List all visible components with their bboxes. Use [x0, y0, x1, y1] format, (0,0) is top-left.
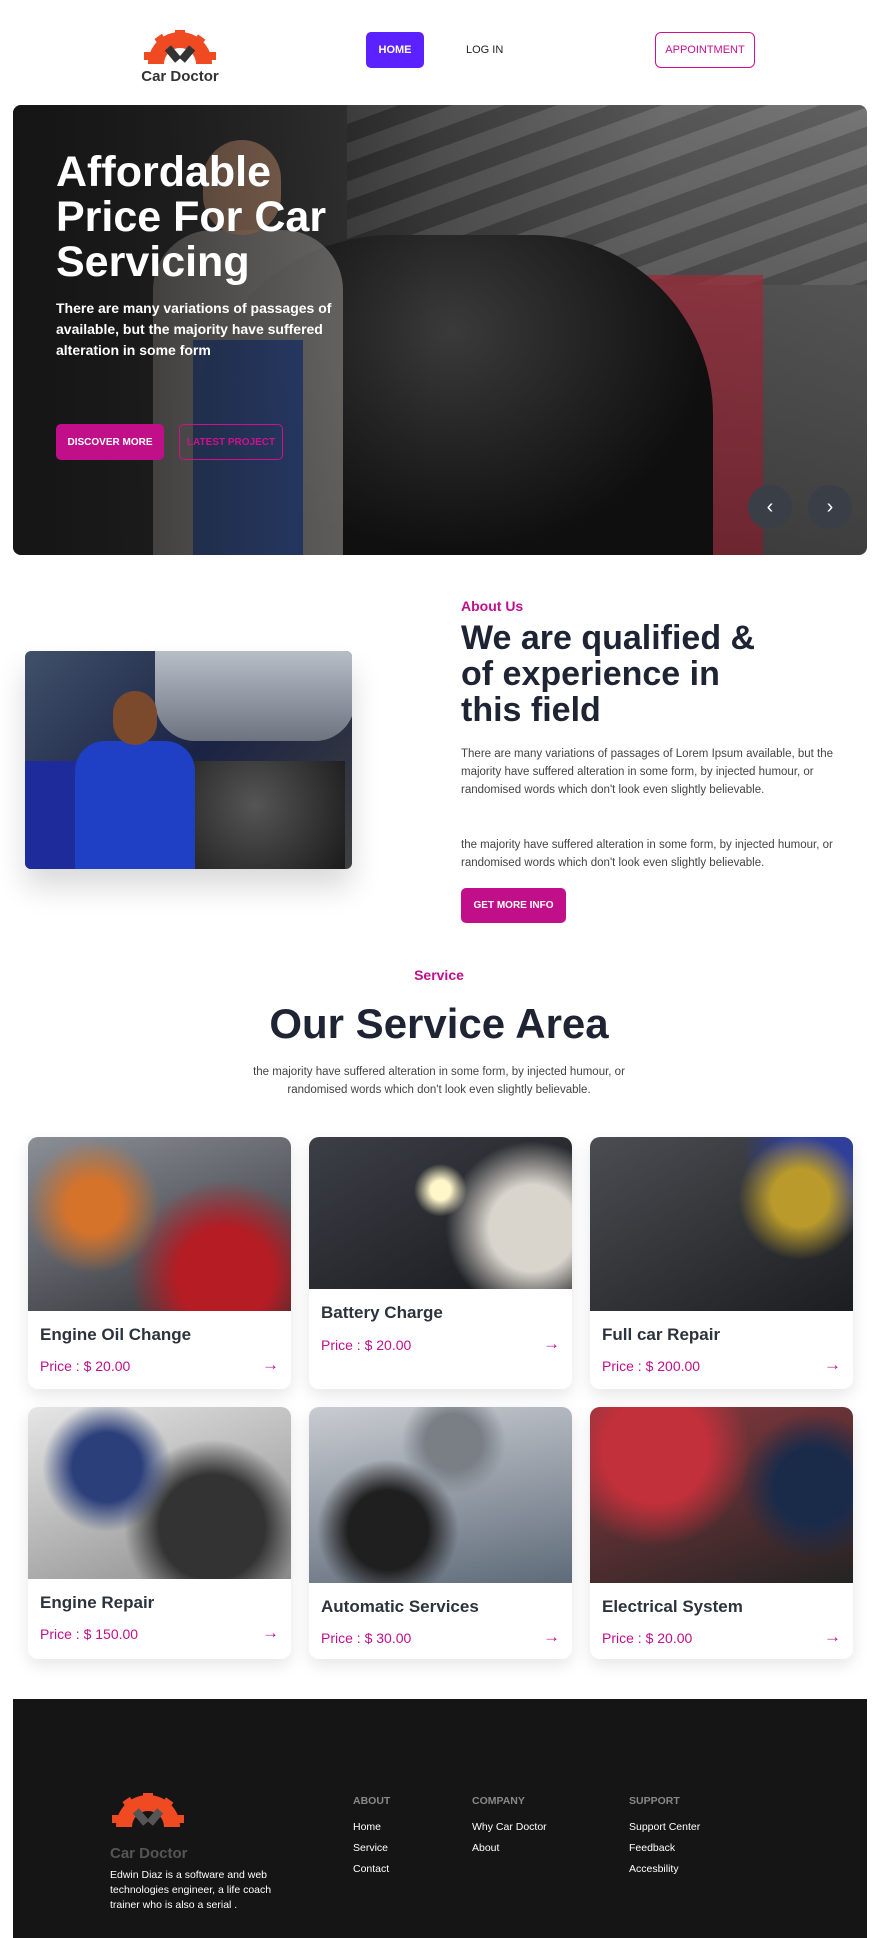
- service-image: [309, 1407, 572, 1583]
- brand-logo[interactable]: Car Doctor: [138, 30, 222, 85]
- footer-support-column: SUPPORT Support Center Feedback Accesbil…: [629, 1795, 700, 1880]
- about-paragraph-2: the majority have suffered alteration in…: [461, 839, 833, 869]
- service-price: Price : $ 20.00: [321, 1337, 412, 1353]
- service-name: Engine Oil Change: [40, 1325, 192, 1344]
- service-card[interactable]: Automatic Services Price : $ 30.00 →: [309, 1407, 572, 1659]
- site-footer: Car Doctor Edwin Diaz is a software and …: [13, 1699, 867, 1938]
- hero-title: Affordable Price For Car Servicing: [56, 148, 327, 286]
- arrow-right-icon[interactable]: →: [543, 1334, 560, 1354]
- footer-logo[interactable]: [108, 1793, 188, 1832]
- gear-wrench-icon: [144, 30, 216, 64]
- arrow-right-icon[interactable]: →: [824, 1627, 841, 1647]
- service-price: Price : $ 30.00: [321, 1630, 412, 1646]
- footer-link-about[interactable]: About: [472, 1838, 547, 1859]
- footer-link-accessibility[interactable]: Accesbility: [629, 1859, 700, 1880]
- about-paragraph-1: There are many variations of passages of…: [461, 748, 834, 796]
- footer-company-title: COMPANY: [472, 1795, 525, 1807]
- footer-link-support-center[interactable]: Support Center: [629, 1817, 700, 1838]
- arrow-right-icon[interactable]: →: [262, 1355, 279, 1375]
- footer-brand-name: Car Doctor: [110, 1845, 188, 1862]
- service-name: Full car Repair: [602, 1325, 721, 1344]
- service-card[interactable]: Full car Repair Price : $ 200.00 →: [590, 1137, 853, 1389]
- service-price: Price : $ 20.00: [40, 1358, 131, 1374]
- service-price: Price : $ 200.00: [602, 1358, 701, 1374]
- service-name: Automatic Services: [321, 1597, 479, 1616]
- service-card[interactable]: Engine Oil Change Price : $ 20.00 →: [28, 1137, 291, 1389]
- nav-home[interactable]: HOME: [366, 32, 424, 68]
- service-image: [590, 1407, 853, 1583]
- service-card[interactable]: Electrical System Price : $ 20.00 →: [590, 1407, 853, 1659]
- arrow-right-icon[interactable]: →: [543, 1627, 560, 1647]
- footer-support-title: SUPPORT: [629, 1795, 680, 1807]
- service-name: Electrical System: [602, 1597, 743, 1616]
- service-image: [590, 1137, 853, 1311]
- get-more-info-button[interactable]: GET MORE INFO: [461, 888, 566, 923]
- prev-slide-button[interactable]: ‹: [748, 485, 792, 529]
- service-title: Our Service Area: [269, 1000, 609, 1047]
- gear-wrench-icon: [112, 1793, 184, 1827]
- hero-banner: Affordable Price For Car Servicing There…: [13, 105, 867, 555]
- footer-company-column: COMPANY Why Car Doctor About: [472, 1795, 547, 1859]
- about-image: [25, 651, 352, 869]
- service-card[interactable]: Battery Charge Price : $ 20.00 →: [309, 1137, 572, 1389]
- latest-project-button[interactable]: LATEST PROJECT: [179, 424, 283, 460]
- service-image: [28, 1137, 291, 1311]
- service-description: the majority have suffered alteration in…: [253, 1066, 625, 1096]
- chevron-left-icon: ‹: [766, 495, 774, 518]
- service-price: Price : $ 20.00: [602, 1630, 693, 1646]
- about-title: We are qualified & of experience in this…: [461, 619, 756, 729]
- footer-link-feedback[interactable]: Feedback: [629, 1838, 700, 1859]
- footer-link-home[interactable]: Home: [353, 1817, 390, 1838]
- nav-login[interactable]: LOG IN: [466, 32, 503, 68]
- service-name: Engine Repair: [40, 1593, 155, 1612]
- service-image: [309, 1137, 572, 1289]
- footer-about-column: ABOUT Home Service Contact: [353, 1795, 390, 1880]
- service-card[interactable]: Engine Repair Price : $ 150.00 →: [28, 1407, 291, 1659]
- appointment-button[interactable]: APPOINTMENT: [655, 32, 755, 68]
- footer-link-why[interactable]: Why Car Doctor: [472, 1817, 547, 1838]
- chevron-right-icon: ›: [826, 495, 834, 518]
- discover-more-button[interactable]: DISCOVER MORE: [56, 424, 164, 460]
- service-image: [28, 1407, 291, 1579]
- footer-link-service[interactable]: Service: [353, 1838, 390, 1859]
- site-header: Car Doctor HOME LOG IN APPOINTMENT: [0, 0, 878, 100]
- service-price: Price : $ 150.00: [40, 1626, 139, 1642]
- service-name: Battery Charge: [321, 1303, 443, 1322]
- footer-link-contact[interactable]: Contact: [353, 1859, 390, 1880]
- footer-description: Edwin Diaz is a software and web technol…: [110, 1869, 272, 1911]
- arrow-right-icon[interactable]: →: [262, 1623, 279, 1643]
- arrow-right-icon[interactable]: →: [824, 1355, 841, 1375]
- next-slide-button[interactable]: ›: [808, 485, 852, 529]
- about-label: About Us: [461, 598, 524, 614]
- hero-subtitle: There are many variations of passages of…: [56, 300, 332, 358]
- footer-about-title: ABOUT: [353, 1795, 391, 1807]
- brand-name: Car Doctor: [141, 68, 219, 85]
- service-label: Service: [414, 967, 464, 983]
